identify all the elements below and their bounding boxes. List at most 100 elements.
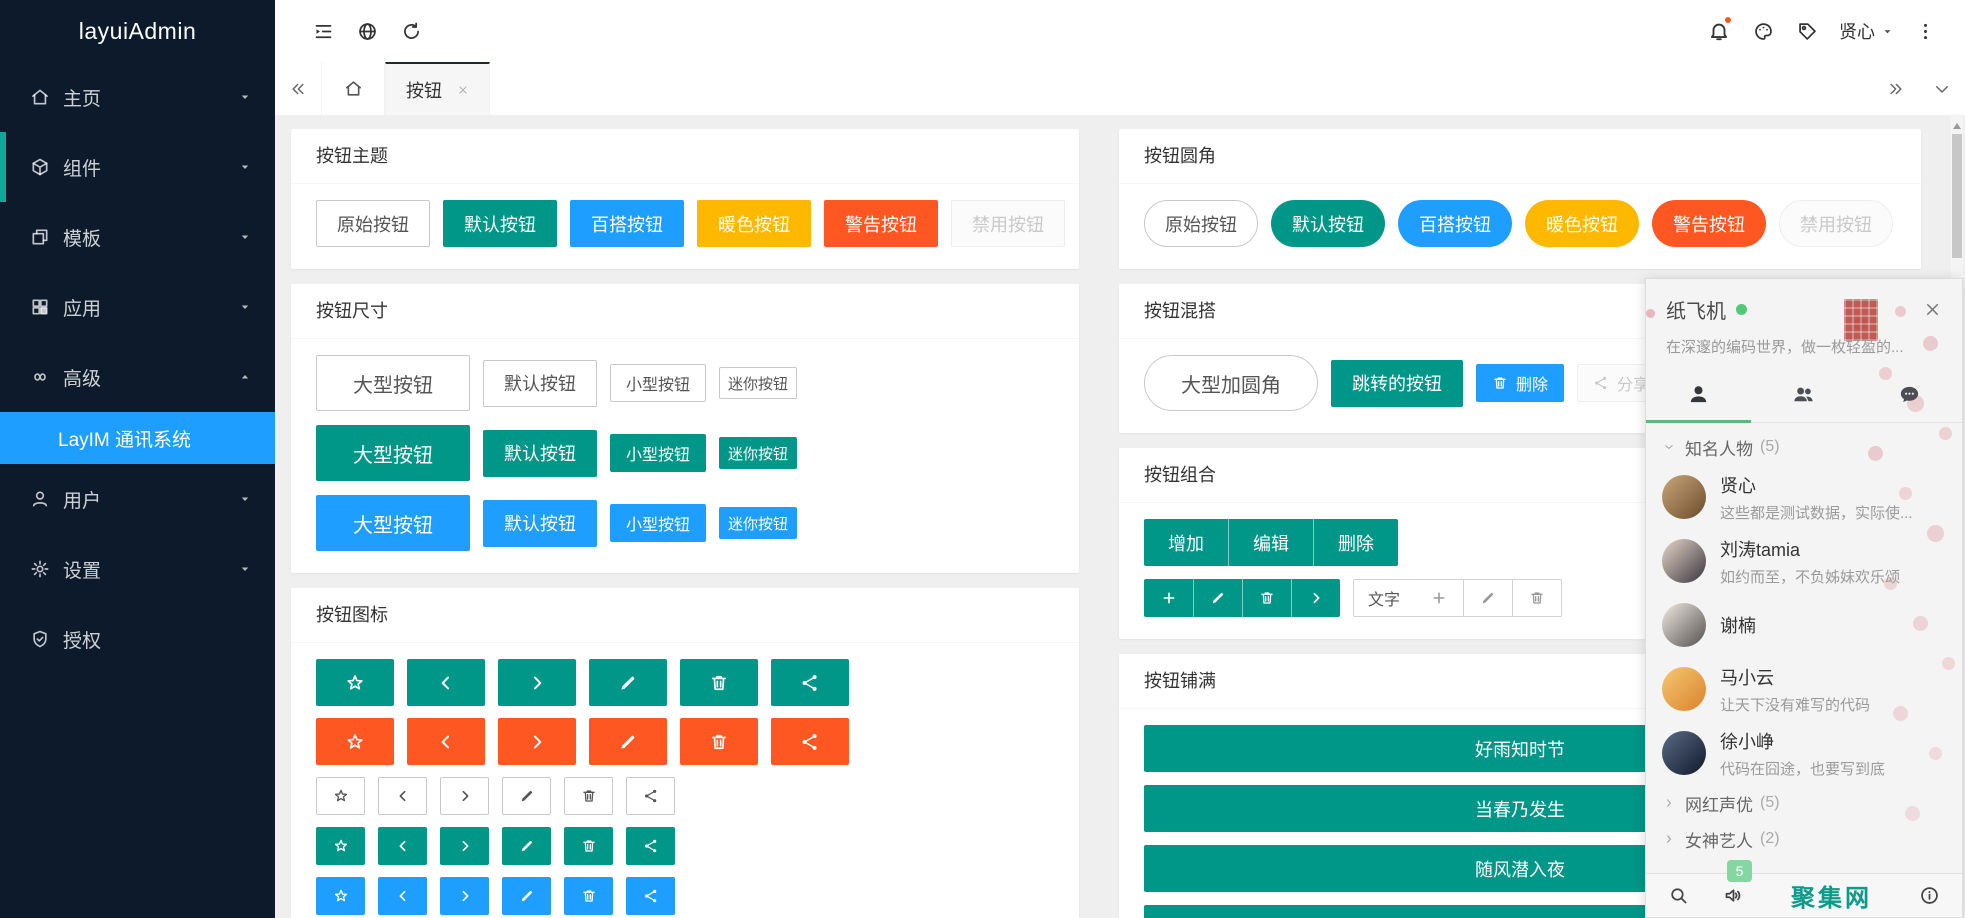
sidebar-item[interactable]: 设置 [0, 534, 275, 604]
sidebar-item[interactable]: 模板 [0, 202, 275, 272]
delete-button[interactable] [564, 777, 613, 815]
mixed-button[interactable]: 大型加圆角 [1144, 355, 1318, 411]
language-button[interactable] [345, 0, 389, 62]
chat-member[interactable]: 刘涛tamia 如约而至，不负姊妹欢乐颂 [1646, 529, 1962, 593]
sidebar-item[interactable]: 主页 [0, 62, 275, 132]
edit-button[interactable] [502, 827, 551, 865]
chat-member[interactable]: 贤心 这些都是测试数据，实际使... [1646, 465, 1962, 529]
chevron-right-button[interactable] [440, 827, 489, 865]
radius-button[interactable]: 原始按钮 [1144, 200, 1258, 247]
group-icon-button[interactable] [1291, 579, 1340, 617]
star-button[interactable] [316, 827, 365, 865]
tab-home[interactable] [321, 62, 385, 115]
refresh-button[interactable] [389, 0, 433, 62]
chevron-right-button[interactable] [498, 718, 576, 765]
radius-button[interactable]: 默认按钮 [1271, 200, 1385, 247]
delete-button[interactable] [680, 718, 758, 765]
group-celebrities[interactable]: 知名人物 (5) [1646, 429, 1962, 465]
size-button[interactable]: 小型按钮 [610, 364, 706, 402]
radius-button[interactable]: 暖色按钮 [1525, 200, 1639, 247]
share-button[interactable] [626, 877, 675, 915]
tabs-menu-button[interactable] [1919, 62, 1965, 115]
size-button[interactable]: 小型按钮 [610, 434, 706, 472]
edit-button[interactable] [589, 659, 667, 706]
chevron-right-button[interactable] [498, 659, 576, 706]
sidebar-item[interactable]: 组件 [0, 132, 275, 202]
chat-member[interactable]: 马小云 让天下没有难写的代码 [1646, 657, 1962, 721]
sidebar-item[interactable]: 高级 [0, 342, 275, 412]
tab-buttons-page[interactable]: 按钮 [385, 62, 490, 115]
tabs-scroll-right-button[interactable] [1873, 62, 1919, 115]
group-icon-button[interactable] [1512, 580, 1561, 616]
user-menu[interactable]: 贤心 [1829, 0, 1903, 62]
theme-button[interactable]: 暖色按钮 [697, 200, 811, 247]
group-icon-button[interactable] [1193, 579, 1242, 617]
chevron-left-button[interactable] [378, 877, 427, 915]
chat-group[interactable]: 女神艺人 (2) [1646, 821, 1962, 857]
theme-button[interactable]: 百搭按钮 [570, 200, 684, 247]
group-button[interactable]: 编辑 [1228, 519, 1313, 566]
radius-button[interactable]: 警告按钮 [1652, 200, 1766, 247]
edit-button[interactable] [589, 718, 667, 765]
share-button[interactable] [626, 827, 675, 865]
page-scrollbar[interactable] [1951, 116, 1963, 280]
star-button[interactable] [316, 718, 394, 765]
size-button[interactable]: 大型按钮 [316, 425, 470, 481]
size-button[interactable]: 大型按钮 [316, 355, 470, 411]
mixed-button[interactable]: 删除 [1476, 364, 1564, 402]
search-icon[interactable] [1668, 885, 1689, 906]
theme-button[interactable]: 禁用按钮 [951, 200, 1065, 247]
sidebar-item[interactable]: 应用 [0, 272, 275, 342]
tab-history[interactable] [1857, 367, 1962, 422]
star-button[interactable] [316, 877, 365, 915]
speaker-icon[interactable] [1723, 885, 1744, 906]
group-icon-button[interactable] [1463, 580, 1512, 616]
size-button[interactable]: 迷你按钮 [719, 367, 797, 399]
close-icon[interactable] [1923, 300, 1942, 319]
share-button[interactable] [771, 659, 849, 706]
group-button[interactable]: 删除 [1313, 519, 1398, 566]
sidebar-item[interactable]: LayIM 通讯系统 [0, 412, 275, 464]
chevron-left-button[interactable] [378, 827, 427, 865]
delete-button[interactable] [564, 877, 613, 915]
chevron-right-button[interactable] [440, 877, 489, 915]
chevron-left-button[interactable] [407, 718, 485, 765]
scrollbar-thumb[interactable] [1952, 134, 1962, 258]
tabs-scroll-left-button[interactable] [275, 62, 321, 115]
group-button[interactable]: 增加 [1144, 519, 1228, 566]
chat-member[interactable]: 谢楠 [1646, 593, 1962, 657]
group-icon-button[interactable] [1144, 579, 1193, 617]
size-button[interactable]: 默认按钮 [483, 430, 597, 477]
theme-button[interactable]: 默认按钮 [443, 200, 557, 247]
mixed-button[interactable]: 跳转的按钮 [1331, 360, 1463, 407]
size-button[interactable]: 默认按钮 [483, 360, 597, 407]
share-button[interactable] [771, 718, 849, 765]
chevron-left-button[interactable] [378, 777, 427, 815]
tab-groups[interactable] [1751, 367, 1856, 422]
chat-group[interactable]: 网红声优 (5) [1646, 785, 1962, 821]
notifications-button[interactable] [1697, 0, 1741, 62]
theme-button[interactable]: 原始按钮 [316, 200, 430, 247]
size-button[interactable]: 迷你按钮 [719, 437, 797, 469]
chevron-left-button[interactable] [407, 659, 485, 706]
star-button[interactable] [316, 659, 394, 706]
theme-button[interactable]: 警告按钮 [824, 200, 938, 247]
size-button[interactable]: 迷你按钮 [719, 507, 797, 539]
delete-button[interactable] [564, 827, 613, 865]
edit-button[interactable] [502, 777, 551, 815]
theme-button[interactable] [1741, 0, 1785, 62]
radius-button[interactable]: 百搭按钮 [1398, 200, 1512, 247]
group-text-button[interactable]: 文字 [1354, 580, 1414, 616]
sidebar-item[interactable]: 用户 [0, 464, 275, 534]
chevron-right-button[interactable] [440, 777, 489, 815]
sidebar-item[interactable]: 授权 [0, 604, 275, 674]
more-button[interactable] [1903, 0, 1947, 62]
close-icon[interactable] [457, 84, 469, 96]
chat-member[interactable]: 徐小峥 代码在囧途，也要写到底 [1646, 721, 1962, 785]
group-icon-button[interactable] [1414, 580, 1463, 616]
collapse-sidebar-button[interactable] [301, 0, 345, 62]
tab-friends[interactable] [1646, 367, 1751, 422]
delete-button[interactable] [680, 659, 758, 706]
edit-button[interactable] [502, 877, 551, 915]
group-icon-button[interactable] [1242, 579, 1291, 617]
